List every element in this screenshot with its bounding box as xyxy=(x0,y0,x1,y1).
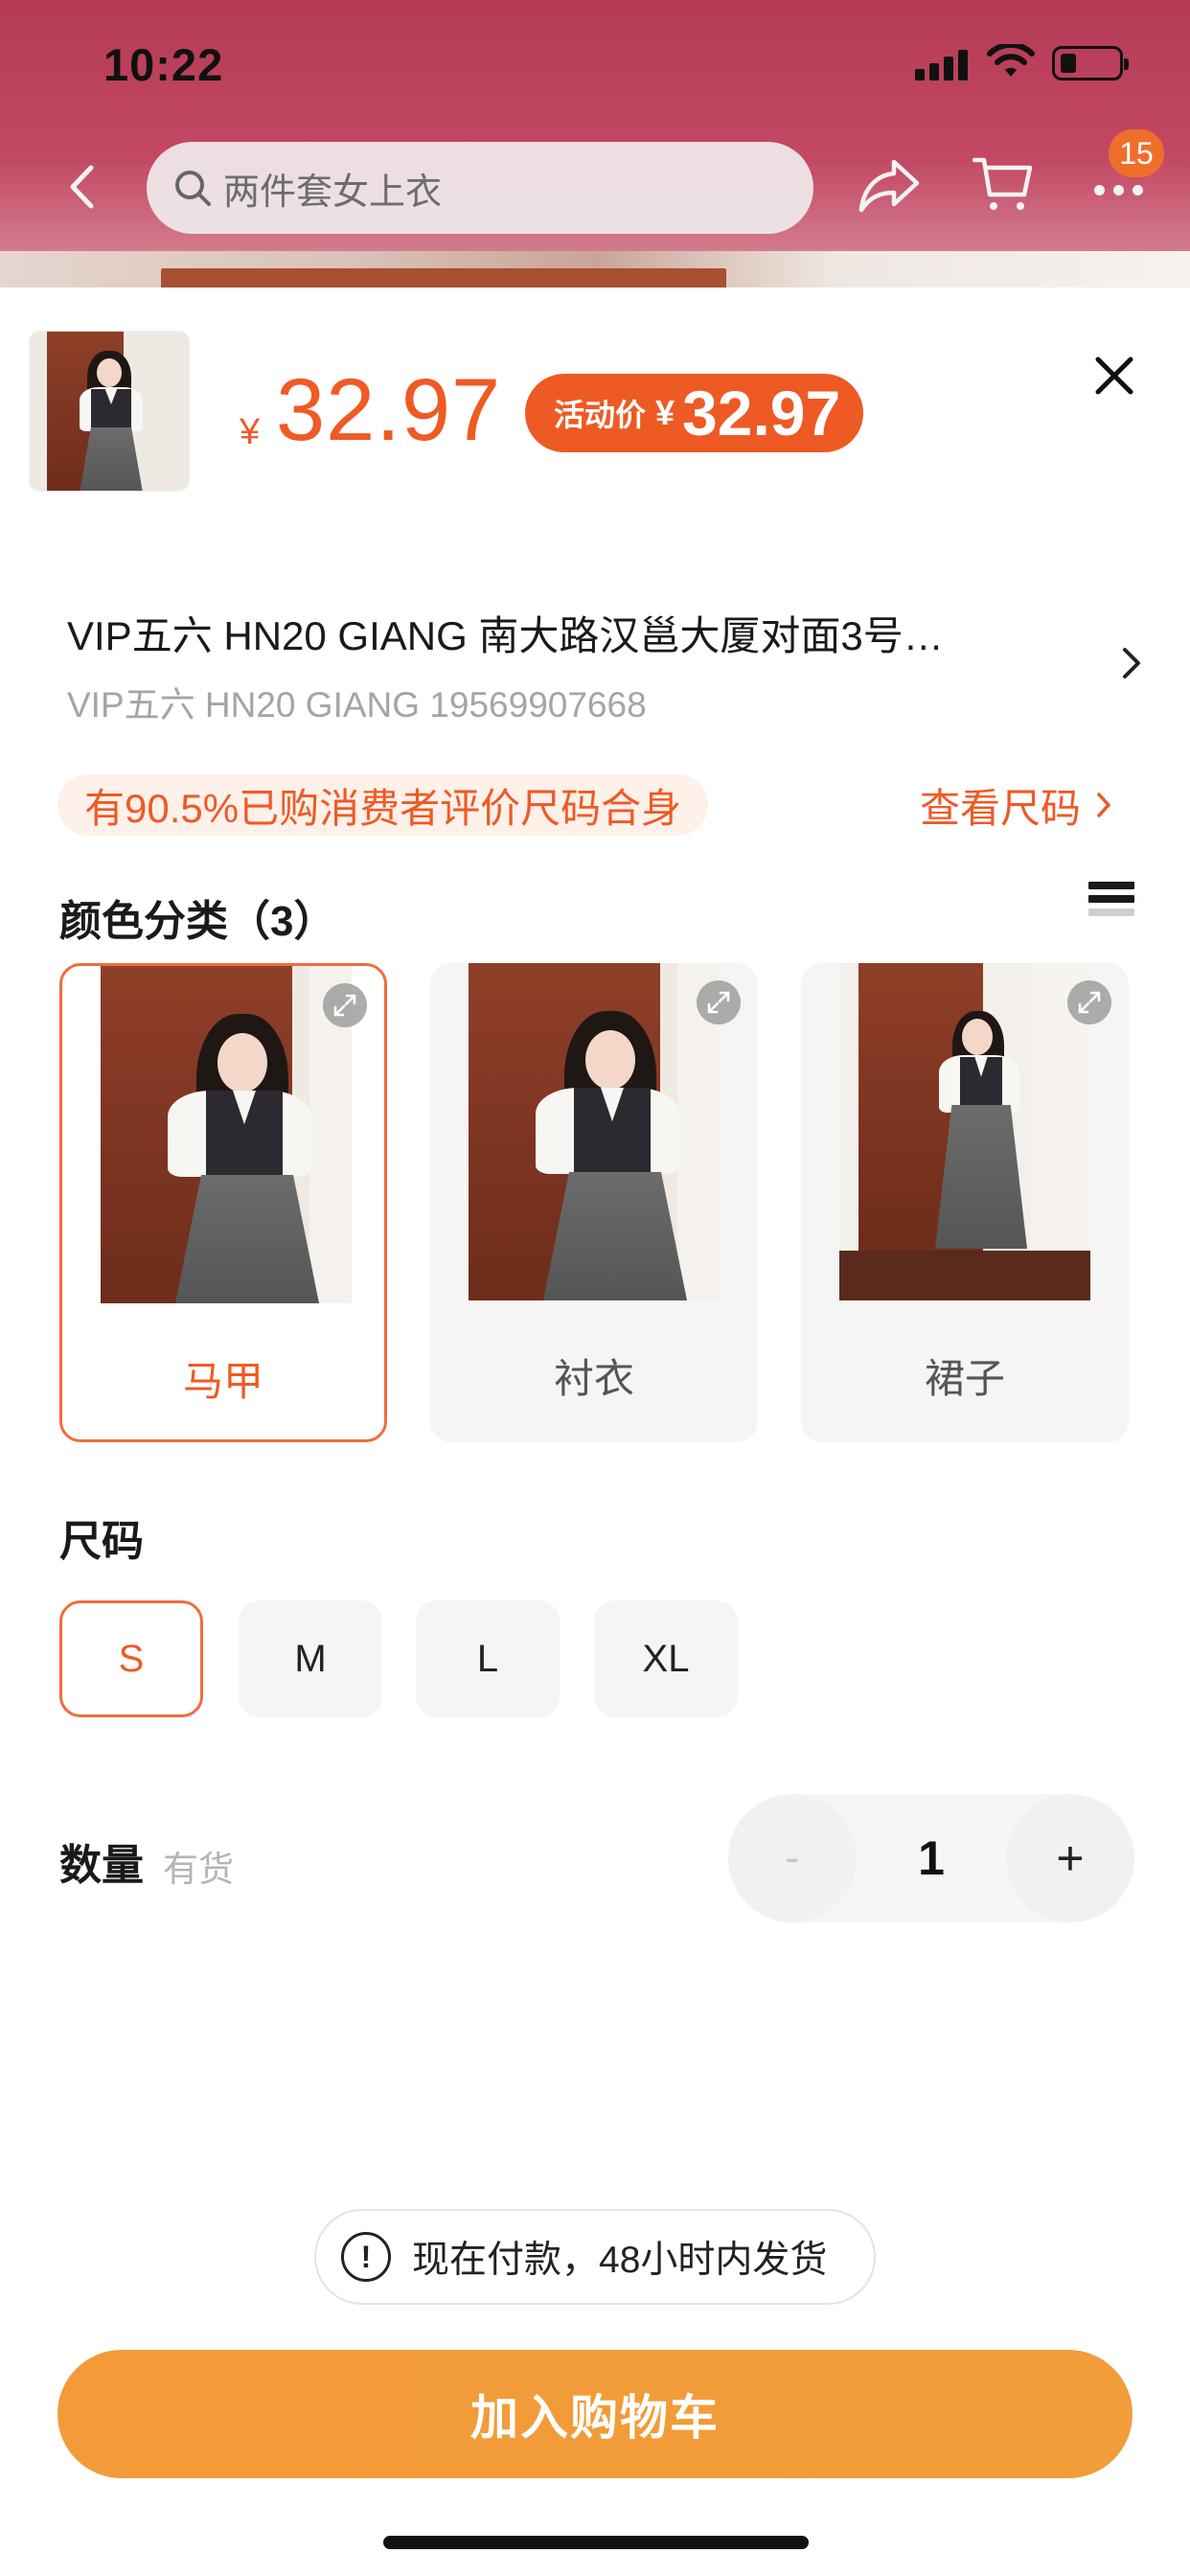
quantity-label: 数量 xyxy=(59,1842,144,1889)
chevron-right-icon[interactable] xyxy=(1117,642,1146,684)
size-option-m[interactable]: M xyxy=(239,1600,382,1717)
color-section-title: 颜色分类（3） xyxy=(59,898,336,945)
add-to-cart-button[interactable]: 加入购物车 xyxy=(57,2350,1133,2478)
color-option-label: 衬衣 xyxy=(553,1355,634,1401)
color-option-label: 裙子 xyxy=(924,1355,1005,1401)
signal-icon xyxy=(915,48,969,80)
size-fit-tag: 有90.5%已购消费者评价尺码合身 xyxy=(57,774,709,836)
status-bar: 10:22 xyxy=(0,0,1190,129)
shipping-notice: ! 现在付款，48小时内发货 xyxy=(314,2209,876,2305)
home-indicator xyxy=(383,2536,809,2549)
variant-image xyxy=(101,966,352,1303)
price-currency: ¥ xyxy=(240,412,261,452)
status-time: 10:22 xyxy=(103,39,224,90)
more-icon xyxy=(1094,185,1143,196)
wifi-icon xyxy=(987,44,1035,77)
search-bar[interactable]: 两件套女上衣 xyxy=(147,142,813,234)
color-option-shirt[interactable]: 衬衣 xyxy=(430,963,758,1442)
size-section-title: 尺码 xyxy=(59,1518,144,1565)
search-query: 两件套女上衣 xyxy=(223,172,443,213)
expand-icon[interactable] xyxy=(323,983,367,1027)
promo-price-badge: 活动价 ¥ 32.97 xyxy=(525,374,864,452)
size-chart-link[interactable]: 查看尺码 xyxy=(920,774,1113,836)
quantity-value[interactable]: 1 xyxy=(857,1794,1006,1922)
stock-status: 有货 xyxy=(163,1850,234,1889)
expand-icon[interactable] xyxy=(697,980,741,1024)
back-button[interactable] xyxy=(53,158,110,216)
variant-image xyxy=(469,963,720,1300)
color-option-label: 马甲 xyxy=(182,1358,263,1404)
chevron-right-icon xyxy=(1097,793,1110,817)
product-photo-strip xyxy=(0,251,1190,289)
search-icon xyxy=(175,171,211,206)
increment-button[interactable]: + xyxy=(1006,1794,1134,1922)
cart-icon[interactable] xyxy=(973,154,1032,214)
shipping-address[interactable]: VIP五六 HN20 GIANG 南大路汉邕大厦对面3号… VIP五六 HN20… xyxy=(67,604,1102,727)
address-line: VIP五六 HN20 GIANG 南大路汉邕大厦对面3号… xyxy=(67,613,944,658)
promo-price: 32.97 xyxy=(682,378,841,448)
shipping-notice-text: 现在付款，48小时内发货 xyxy=(412,2240,828,2281)
size-option-l[interactable]: L xyxy=(416,1600,560,1717)
color-option-vest[interactable]: 马甲 xyxy=(59,963,387,1442)
variant-image xyxy=(839,963,1090,1300)
close-icon[interactable] xyxy=(1090,352,1138,400)
size-chart-label: 查看尺码 xyxy=(920,785,1082,831)
back-icon xyxy=(70,165,94,209)
expand-icon[interactable] xyxy=(1067,980,1111,1024)
share-icon[interactable] xyxy=(858,156,921,214)
product-thumbnail[interactable] xyxy=(29,331,190,492)
size-option-xl[interactable]: XL xyxy=(594,1600,738,1717)
promo-currency: ¥ xyxy=(655,393,675,432)
list-view-icon[interactable] xyxy=(1088,882,1134,930)
top-navbar: 两件套女上衣 xyxy=(0,139,1190,235)
cart-count-badge: 15 xyxy=(1109,129,1164,177)
address-contact: VIP五六 HN20 GIANG 19569907668 xyxy=(67,685,647,724)
quantity-stepper: - 1 + xyxy=(728,1794,1134,1922)
product-price: 32.97 xyxy=(276,361,502,459)
color-option-skirt[interactable]: 裙子 xyxy=(801,963,1129,1442)
decrement-button[interactable]: - xyxy=(728,1794,857,1922)
promo-label: 活动价 xyxy=(554,398,647,432)
color-options: 马甲 衬衣 裙子 xyxy=(59,963,1133,1442)
size-option-s[interactable]: S xyxy=(59,1600,203,1717)
battery-icon xyxy=(1052,46,1129,80)
info-icon: ! xyxy=(341,2232,391,2282)
